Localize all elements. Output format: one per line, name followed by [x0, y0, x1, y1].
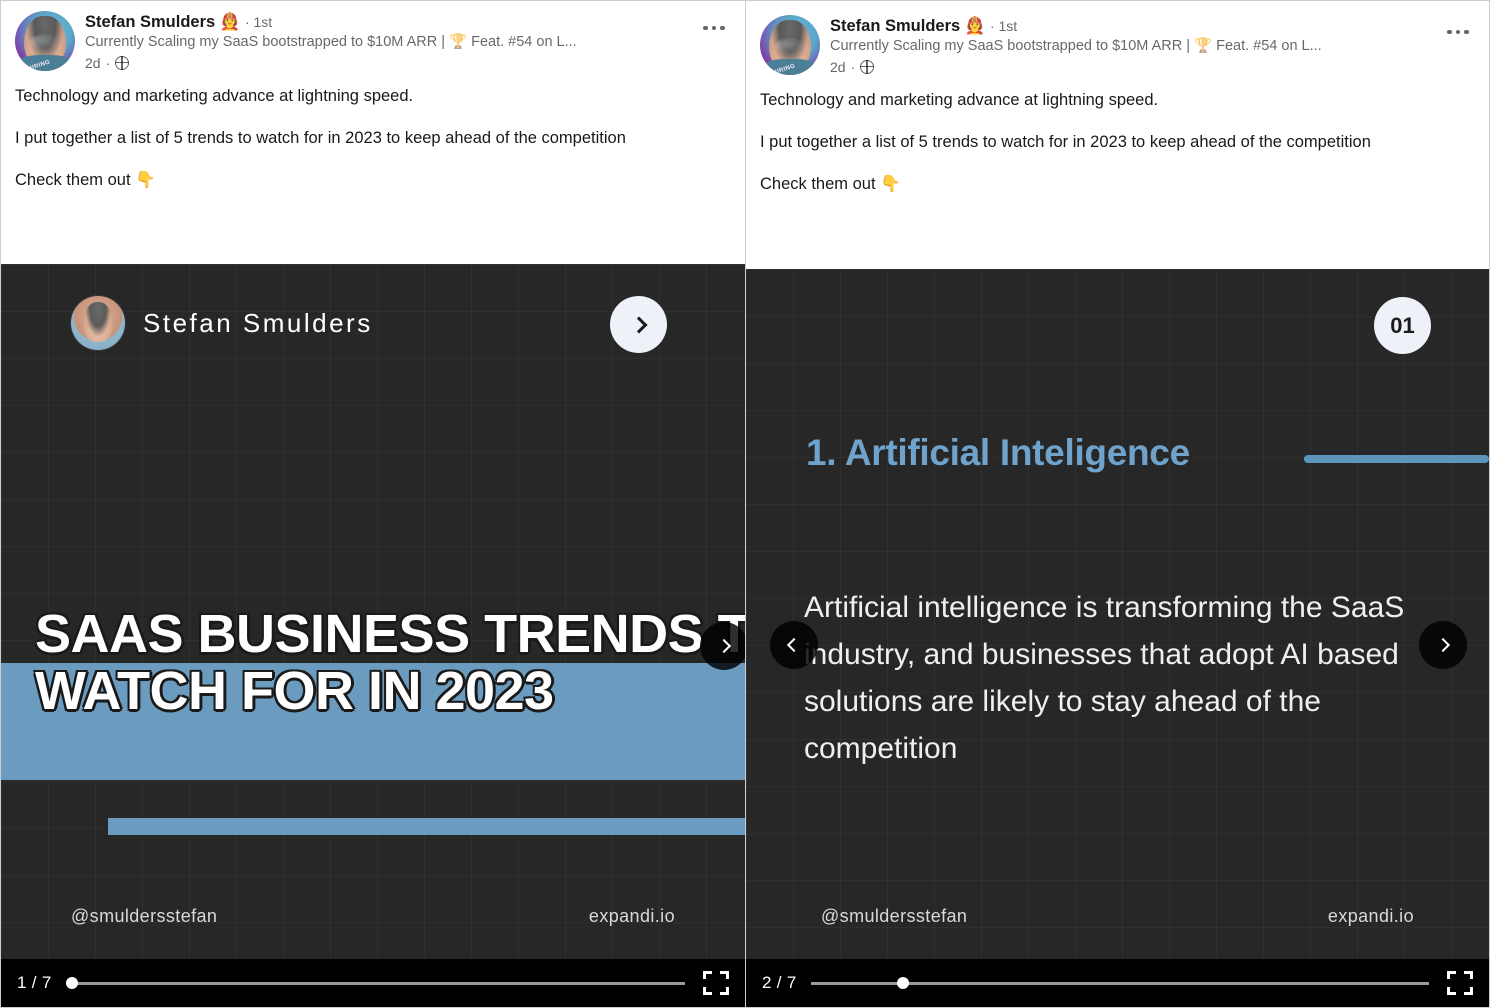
- fullscreen-corner: [703, 987, 712, 995]
- linkedin-post-card-slide-1: #HIRING Stefan Smulders 🧑‍🚒 · 1st Curren…: [0, 0, 745, 1008]
- carousel-progress-slider[interactable]: [65, 976, 685, 990]
- slide-counter: 2 / 7: [762, 973, 797, 992]
- slide-avatar-face: [83, 302, 113, 342]
- globe-icon: [114, 55, 130, 70]
- slide-title-line-1: SAAS BUSINESS TRENDS TO: [35, 604, 745, 664]
- fullscreen-corner: [720, 971, 729, 979]
- post-paragraph: Technology and marketing advance at ligh…: [760, 91, 1159, 109]
- slide-avatar: [71, 296, 125, 350]
- carousel-prev-button[interactable]: [770, 621, 818, 669]
- slide-author-name: Stefan Smulders: [143, 307, 373, 338]
- linkedin-post-card-slide-2: #HIRING Stefan Smulders 🧑‍🚒 · 1st Curren…: [745, 0, 1490, 1008]
- slide-number-badge: 01: [1374, 297, 1431, 354]
- carousel-player-bar: 2 / 7: [746, 959, 1489, 1007]
- post-body: Technology and marketing advance at ligh…: [746, 77, 1489, 211]
- fullscreen-corner: [720, 987, 729, 995]
- ellipsis-dot: [1447, 29, 1452, 35]
- progress-thumb[interactable]: [897, 977, 910, 989]
- slide-brand: expandi.io: [1327, 905, 1414, 926]
- post-header-text: Stefan Smulders 🧑‍🚒 · 1st Currently Scal…: [85, 11, 731, 73]
- ellipsis-dot: [703, 25, 708, 31]
- author-headline: Currently Scaling my SaaS bootstrapped t…: [830, 38, 1322, 54]
- slide-accent-bar: [108, 818, 745, 835]
- author-badge-emoji: 🧑‍🚒: [964, 16, 986, 35]
- slide-accent-underline: [1304, 455, 1489, 463]
- author-name: Stefan Smulders: [830, 17, 961, 35]
- fullscreen-corner: [1447, 971, 1456, 979]
- slide-chevron-right-icon: [610, 296, 667, 353]
- post-meta: 2d ·: [830, 57, 1475, 77]
- document-carousel[interactable]: 01 1. Artificial Inteligence Artificial …: [746, 269, 1489, 1007]
- slide-body-text: Artificial intelligence is transforming …: [804, 591, 1405, 765]
- carousel-slide-2: 01 1. Artificial Inteligence Artificial …: [746, 269, 1489, 959]
- chevron-right-icon: [1435, 637, 1451, 653]
- post-paragraph: Check them out 👇: [15, 171, 156, 189]
- fullscreen-corner: [1464, 987, 1473, 995]
- connection-degree: · 1st: [989, 18, 1018, 34]
- globe-icon: [859, 59, 875, 74]
- slide-heading: 1. Artificial Inteligence: [806, 432, 1190, 473]
- meta-dot-separator: ·: [105, 55, 111, 71]
- carousel-next-button[interactable]: [700, 622, 745, 670]
- carousel-next-button[interactable]: [1419, 621, 1467, 669]
- post-body: Technology and marketing advance at ligh…: [1, 73, 745, 207]
- avatar[interactable]: #HIRING: [760, 15, 820, 75]
- fullscreen-corner: [703, 971, 712, 979]
- slide-counter: 1 / 7: [17, 973, 52, 992]
- fullscreen-corner: [1447, 987, 1456, 995]
- post-paragraph: I put together a list of 5 trends to wat…: [760, 133, 1371, 151]
- progress-rail: [65, 982, 685, 985]
- slide-brand: expandi.io: [588, 905, 675, 926]
- ellipsis-dot: [1464, 29, 1469, 35]
- post-header: #HIRING Stefan Smulders 🧑‍🚒 · 1st Curren…: [746, 1, 1489, 77]
- document-carousel[interactable]: Stefan Smulders SAAS BUSINESS TRENDS TO …: [1, 264, 745, 1007]
- slide-handle: @smuldersstefan: [71, 905, 218, 926]
- fullscreen-icon[interactable]: [1447, 971, 1473, 995]
- ellipsis-dot: [711, 25, 717, 31]
- carousel-progress-slider[interactable]: [810, 976, 1429, 990]
- post-header: #HIRING Stefan Smulders 🧑‍🚒 · 1st Curren…: [1, 1, 745, 73]
- fullscreen-icon[interactable]: [703, 971, 729, 995]
- author-headline: Currently Scaling my SaaS bootstrapped t…: [85, 34, 577, 50]
- meta-dot-separator: ·: [850, 59, 856, 75]
- post-timestamp: 2d: [85, 55, 101, 71]
- post-timestamp: 2d: [830, 59, 846, 75]
- post-paragraph: Technology and marketing advance at ligh…: [15, 87, 414, 105]
- fullscreen-corner: [1464, 971, 1473, 979]
- screenshot-root: #HIRING Stefan Smulders 🧑‍🚒 · 1st Curren…: [0, 0, 1490, 1008]
- ellipsis-icon[interactable]: [1441, 15, 1475, 49]
- post-paragraph: I put together a list of 5 trends to wat…: [15, 129, 626, 147]
- slide-title-line-2: WATCH FOR IN 2023: [35, 661, 554, 721]
- slide-author-block: Stefan Smulders: [71, 296, 373, 350]
- chevron-right-icon: [716, 638, 732, 654]
- slide-footer: @smuldersstefan expandi.io: [746, 873, 1489, 959]
- author-name-line[interactable]: Stefan Smulders 🧑‍🚒 · 1st: [85, 12, 731, 32]
- connection-degree: · 1st: [244, 14, 273, 30]
- slide-footer: @smuldersstefan expandi.io: [1, 873, 745, 959]
- slide-title: SAAS BUSINESS TRENDS TO WATCH FOR IN 202…: [1, 606, 745, 720]
- ellipsis-icon[interactable]: [697, 11, 731, 45]
- slide-handle: @smuldersstefan: [821, 905, 968, 926]
- chevron-left-icon: [786, 637, 802, 653]
- post-paragraph: Check them out 👇: [760, 175, 901, 193]
- post-header-text: Stefan Smulders 🧑‍🚒 · 1st Currently Scal…: [830, 15, 1475, 77]
- carousel-player-bar: 1 / 7: [1, 959, 745, 1007]
- avatar[interactable]: #HIRING: [15, 11, 75, 71]
- author-name-line[interactable]: Stefan Smulders 🧑‍🚒 · 1st: [830, 16, 1475, 36]
- ellipsis-dot: [1455, 29, 1461, 35]
- author-name: Stefan Smulders: [85, 13, 216, 31]
- author-badge-emoji: 🧑‍🚒: [219, 12, 241, 31]
- post-meta: 2d ·: [85, 53, 731, 73]
- carousel-slide-1: Stefan Smulders SAAS BUSINESS TRENDS TO …: [1, 264, 745, 959]
- progress-thumb[interactable]: [65, 977, 78, 989]
- ellipsis-dot: [720, 25, 725, 31]
- chevron-right-glyph: [630, 316, 647, 333]
